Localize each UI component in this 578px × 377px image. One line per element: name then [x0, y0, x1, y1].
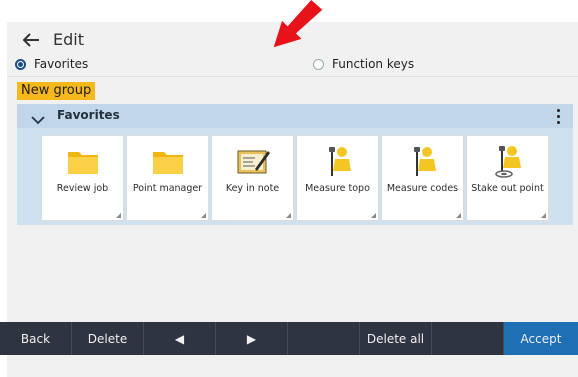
annotation-arrow-icon — [273, 0, 323, 48]
delete-all-button[interactable]: Delete all — [360, 322, 432, 355]
group-header[interactable]: Favorites — [17, 104, 573, 128]
surveyor-icon — [329, 147, 351, 176]
corner-marker-icon — [456, 213, 461, 218]
tile-measure-codes[interactable]: Measure codes — [381, 135, 464, 221]
blank-softkey — [288, 322, 360, 355]
surveyor-icon — [414, 147, 436, 176]
radio-function-keys[interactable]: Function keys — [313, 57, 414, 71]
footer-toolbar: Back Delete ◀ ▶ Delete all Accept — [0, 322, 578, 355]
tile-label: Measure topo — [305, 183, 370, 194]
blank-softkey — [432, 322, 504, 355]
group-title: Favorites — [57, 108, 120, 122]
divider — [7, 76, 578, 77]
tile-measure-topo[interactable]: Measure topo — [296, 135, 379, 221]
tile-label: Stake out point — [471, 183, 544, 194]
tile-label: Review job — [56, 183, 109, 194]
back-arrow-icon[interactable] — [19, 28, 43, 52]
note-icon — [237, 150, 270, 174]
more-options-icon[interactable] — [553, 107, 563, 125]
chevron-down-icon[interactable] — [31, 110, 45, 129]
page-title: Edit — [53, 30, 84, 49]
tile-key-in-note[interactable]: Key in note — [211, 135, 294, 221]
corner-marker-icon — [116, 213, 121, 218]
radio-favorites-indicator — [15, 58, 26, 70]
favorites-group: Favorites Review job Point manager Key i… — [17, 104, 573, 225]
corner-marker-icon — [541, 213, 546, 218]
corner-marker-icon — [371, 213, 376, 218]
radio-favorites-label: Favorites — [34, 57, 89, 71]
tile-label: Point manager — [132, 183, 203, 194]
tile-stake-out-point[interactable]: Stake out point — [466, 135, 549, 221]
accept-button[interactable]: Accept — [504, 322, 578, 355]
tile-review-job[interactable]: Review job — [41, 135, 124, 221]
favorites-tiles: Review job Point manager Key in note Mea… — [41, 135, 549, 221]
radio-favorites[interactable]: Favorites — [15, 57, 88, 71]
radio-function-keys-indicator — [313, 58, 324, 70]
back-button[interactable]: Back — [0, 322, 72, 355]
folder-icon — [68, 152, 98, 174]
new-group-button[interactable]: New group — [17, 82, 96, 100]
tile-point-manager[interactable]: Point manager — [126, 135, 209, 221]
corner-marker-icon — [286, 213, 291, 218]
corner-marker-icon — [201, 213, 206, 218]
folder-icon — [153, 152, 183, 174]
tile-label: Measure codes — [386, 183, 459, 194]
tile-label: Key in note — [225, 183, 280, 194]
next-button[interactable]: ▶ — [216, 322, 288, 355]
radio-function-keys-label: Function keys — [332, 57, 415, 71]
previous-button[interactable]: ◀ — [144, 322, 216, 355]
delete-button[interactable]: Delete — [72, 322, 144, 355]
stakeout-icon — [495, 146, 521, 178]
